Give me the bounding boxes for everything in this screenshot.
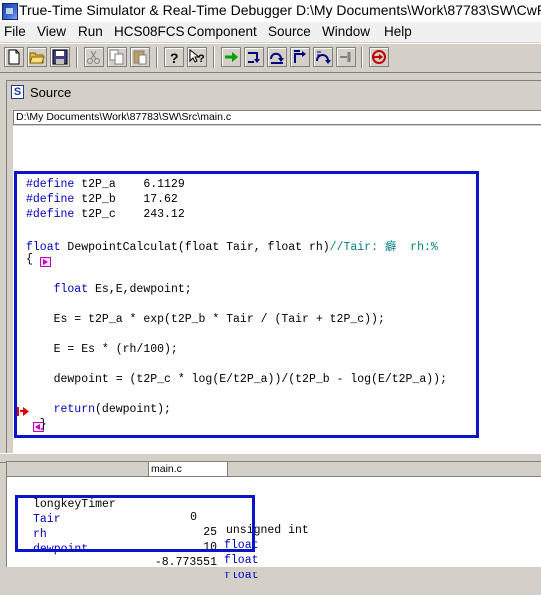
- cut-icon: [87, 50, 100, 64]
- context-help-icon: ?: [189, 49, 205, 65]
- menu-hcs08fcs[interactable]: HCS08FCS: [114, 24, 185, 39]
- save-button[interactable]: [50, 47, 70, 67]
- menu-window[interactable]: Window: [322, 24, 370, 39]
- variables-highlight-box: [15, 495, 255, 552]
- single-step-button[interactable]: [244, 47, 264, 67]
- menu-run[interactable]: Run: [78, 24, 103, 39]
- code-line: {: [26, 253, 33, 266]
- single-step-icon: [248, 52, 260, 63]
- halt-button[interactable]: [336, 47, 356, 67]
- source-window-title: Source: [30, 85, 72, 100]
- source-titlebar[interactable]: S Source: [7, 81, 541, 103]
- halt-icon: [340, 52, 351, 62]
- step-over-button[interactable]: [267, 47, 287, 67]
- paste-button[interactable]: [130, 47, 150, 67]
- marker-icon[interactable]: [40, 255, 51, 267]
- window-titlebar[interactable]: True-Time Simulator & Real-Time Debugger…: [0, 0, 541, 23]
- code-line: #define t2P_b 17.62: [26, 193, 178, 206]
- toolbar-separator: [76, 47, 78, 68]
- save-icon: [52, 49, 68, 65]
- toolbar-separator: [213, 47, 215, 68]
- toolbar: ? ?: [0, 43, 541, 73]
- code-line: return(dewpoint);: [26, 403, 171, 416]
- debugger-app-icon: [2, 3, 18, 20]
- code-line: dewpoint = (t2P_c * log(E/t2P_a))/(t2P_b…: [26, 373, 447, 386]
- new-file-button[interactable]: [4, 47, 24, 67]
- source-code-area[interactable]: #define t2P_a 6.1129 #define t2P_b 17.62…: [13, 126, 541, 454]
- open-folder-icon: [29, 52, 45, 64]
- assembly-step-icon: [316, 51, 331, 64]
- menu-view[interactable]: View: [37, 24, 66, 39]
- start-continue-button[interactable]: [221, 47, 241, 67]
- window-title: True-Time Simulator & Real-Time Debugger…: [19, 2, 541, 18]
- toolbar-separator: [156, 47, 158, 68]
- toolbar-separator: [361, 47, 363, 68]
- status-strip: [0, 567, 541, 572]
- svg-text:?: ?: [198, 53, 205, 65]
- new-file-icon: [8, 49, 20, 65]
- step-out-button[interactable]: [290, 47, 310, 67]
- step-out-icon: [294, 50, 306, 63]
- copy-icon: [109, 49, 124, 65]
- assembly-step-button[interactable]: [313, 47, 333, 67]
- code-line: E = Es * (rh/100);: [26, 343, 178, 356]
- menu-bar: File View Run HCS08FCS Component Source …: [0, 22, 541, 42]
- help-icon: ?: [170, 50, 179, 65]
- code-line: }: [26, 418, 47, 431]
- code-line: Es = t2P_a * exp(t2P_b * Tair / (Tair + …: [26, 313, 385, 326]
- help-button[interactable]: ?: [164, 47, 184, 67]
- menu-help[interactable]: Help: [384, 24, 412, 39]
- code-line: #define t2P_a 6.1129: [26, 178, 185, 191]
- cut-button[interactable]: [84, 47, 104, 67]
- svg-text:?: ?: [170, 50, 179, 65]
- code-line: float Es,E,dewpoint;: [26, 283, 192, 296]
- paste-icon: [133, 50, 147, 65]
- code-line: float DewpointCalculat(float Tair, float…: [26, 241, 438, 254]
- menu-file[interactable]: File: [4, 24, 26, 39]
- open-folder-button[interactable]: [27, 47, 47, 67]
- source-path: D:\My Documents\Work\87783\SW\Src\main.c: [13, 110, 541, 125]
- source-window-icon: S: [11, 85, 24, 99]
- data-window-header: main.c: [7, 462, 541, 477]
- source-window: S Source D:\My Documents\Work\87783\SW\S…: [6, 80, 541, 455]
- data-tab-main-c[interactable]: main.c: [148, 462, 228, 476]
- step-over-icon: [270, 52, 284, 64]
- menu-source[interactable]: Source: [268, 24, 311, 39]
- reset-target-icon: [372, 50, 386, 64]
- data-window: main.c longkeyTimer 0 unsigned int Tair …: [6, 461, 541, 582]
- menu-component[interactable]: Component: [187, 24, 257, 39]
- context-help-button[interactable]: ?: [187, 47, 207, 67]
- copy-button[interactable]: [107, 47, 127, 67]
- reset-target-button[interactable]: [369, 47, 389, 67]
- code-line: #define t2P_c 243.12: [26, 208, 185, 221]
- start-continue-icon: [225, 52, 238, 62]
